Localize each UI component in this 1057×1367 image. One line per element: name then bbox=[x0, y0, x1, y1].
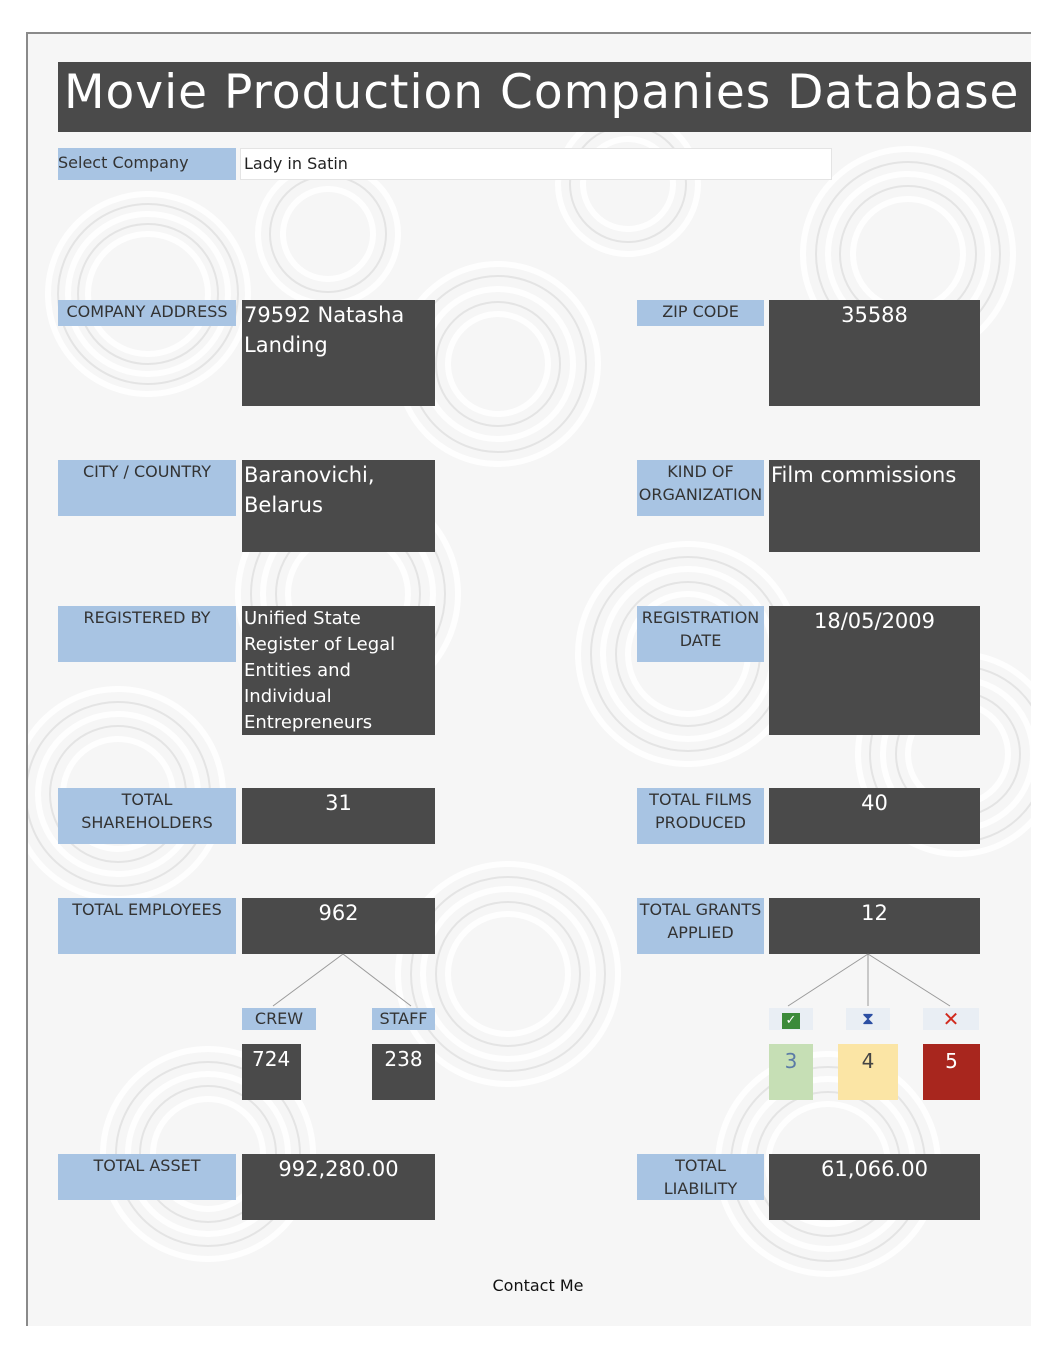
contact-me-link[interactable]: Contact Me bbox=[428, 1274, 648, 1298]
total-liability-value: 61,066.00 bbox=[769, 1154, 980, 1220]
connector-lines bbox=[272, 953, 951, 1007]
rejected-status: ✕ bbox=[923, 1008, 979, 1030]
pending-status: ⧗ bbox=[846, 1008, 890, 1030]
total-liability-label: TOTAL LIABILITY bbox=[637, 1154, 764, 1200]
check-icon: ✓ bbox=[782, 1013, 800, 1029]
total-asset-value: 992,280.00 bbox=[242, 1154, 435, 1220]
dashboard-sheet: Movie Production Companies Database - EU… bbox=[26, 32, 1031, 1326]
rejected-grants-value: 5 bbox=[923, 1044, 980, 1100]
cross-icon: ✕ bbox=[942, 1007, 960, 1031]
hourglass-icon: ⧗ bbox=[862, 1009, 874, 1029]
staff-label: STAFF bbox=[372, 1008, 435, 1030]
pending-grants-value: 4 bbox=[838, 1044, 898, 1100]
staff-value: 238 bbox=[372, 1044, 435, 1100]
total-asset-label: TOTAL ASSET bbox=[58, 1154, 236, 1200]
crew-label: CREW bbox=[242, 1008, 316, 1030]
approved-status: ✓ bbox=[769, 1008, 813, 1030]
crew-value: 724 bbox=[242, 1044, 301, 1100]
approved-grants-value: 3 bbox=[769, 1044, 813, 1100]
